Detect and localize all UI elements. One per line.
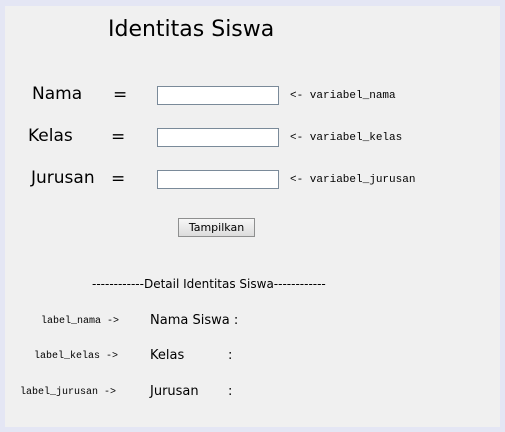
kelas-hint: <- variabel_kelas bbox=[290, 132, 403, 144]
label-jurusan-key: label_jurusan -> bbox=[20, 387, 117, 398]
detail-kelas-colon: : bbox=[228, 348, 233, 363]
jurusan-label: Jurusan bbox=[31, 168, 95, 188]
detail-nama-label: Nama Siswa : bbox=[150, 313, 239, 328]
nama-input[interactable] bbox=[157, 86, 279, 105]
window-frame: Identitas Siswa Nama = <- variabel_nama … bbox=[0, 0, 505, 432]
detail-jurusan-label: Jurusan bbox=[150, 384, 199, 399]
nama-label: Nama bbox=[32, 84, 83, 104]
kelas-input[interactable] bbox=[157, 128, 279, 147]
page-title: Identitas Siswa bbox=[108, 17, 275, 42]
kelas-equals: = bbox=[111, 127, 126, 147]
kelas-label: Kelas bbox=[28, 126, 73, 146]
nama-hint: <- variabel_nama bbox=[290, 90, 396, 102]
jurusan-equals: = bbox=[111, 169, 126, 189]
label-nama-key: label_nama -> bbox=[41, 316, 120, 327]
form-panel bbox=[5, 6, 500, 427]
detail-separator: ------------Detail Identitas Siswa------… bbox=[92, 277, 326, 291]
jurusan-hint: <- variabel_jurusan bbox=[290, 174, 416, 186]
tampilkan-button[interactable]: Tampilkan bbox=[178, 218, 255, 237]
jurusan-input[interactable] bbox=[157, 170, 279, 189]
detail-kelas-label: Kelas bbox=[150, 348, 185, 363]
detail-jurusan-colon: : bbox=[228, 384, 233, 399]
label-kelas-key: label_kelas -> bbox=[34, 351, 119, 362]
nama-equals: = bbox=[113, 85, 128, 105]
